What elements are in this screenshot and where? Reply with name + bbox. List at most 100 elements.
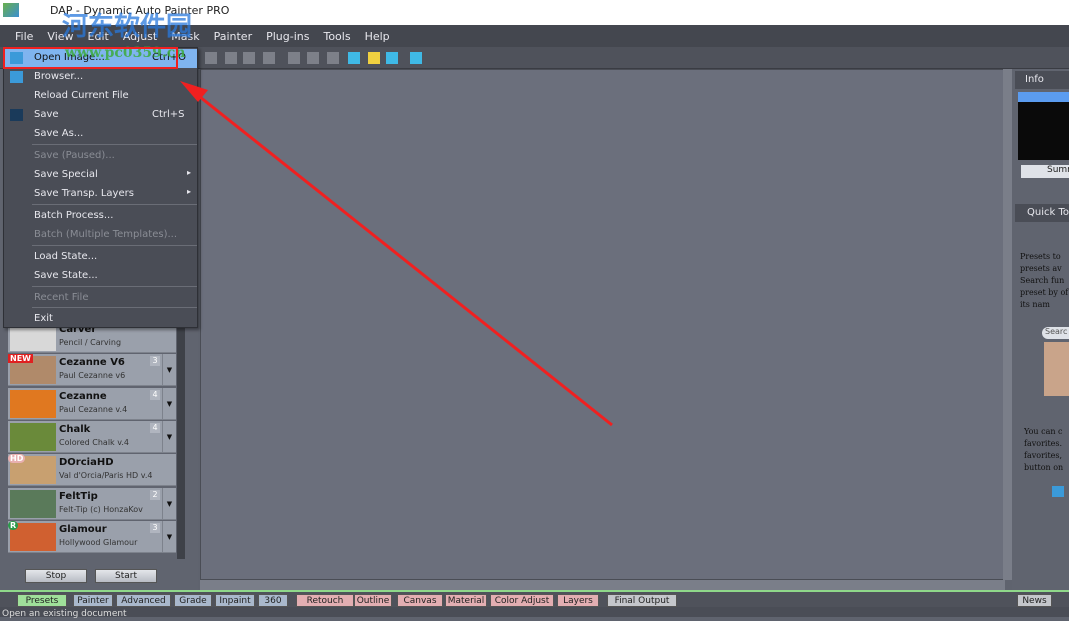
menu-item-batch-process[interactable]: Batch Process... <box>4 207 197 226</box>
preset-badge: HD <box>8 454 26 464</box>
menu-item-recent-file[interactable]: Recent File <box>4 289 197 308</box>
menu-item-reload-current-file[interactable]: Reload Current File <box>4 87 197 106</box>
menu-separator <box>32 286 197 287</box>
menu-item-label: Save Special <box>34 169 98 180</box>
preset-level: 3 <box>150 522 160 533</box>
app-icon <box>3 3 19 17</box>
tab-final-output[interactable]: Final Output <box>607 594 677 607</box>
annotation-box <box>3 47 178 69</box>
tab-material[interactable]: Material <box>445 594 487 607</box>
browser-icon <box>10 71 23 83</box>
vertical-scrollbar[interactable] <box>1003 69 1012 580</box>
preset-dropdown-icon[interactable]: ▼ <box>162 420 176 453</box>
right-panel: Info Summ Quick To Presets to presets av… <box>1012 69 1069 590</box>
shortcut-label: Ctrl+S <box>152 109 185 120</box>
submenu-arrow-icon: ▸ <box>186 187 191 196</box>
preset-item[interactable]: Chalk Colored Chalk v.4 4 ▼ <box>8 420 176 453</box>
preset-item[interactable]: NEW Cezanne V6 Paul Cezanne v6 3 ▼ <box>8 354 176 387</box>
preset-name: Cezanne V6 <box>59 357 125 369</box>
tab-presets[interactable]: Presets <box>17 594 67 607</box>
tab-360[interactable]: 360 <box>258 594 288 607</box>
preset-name: FeltTip <box>59 490 98 502</box>
menu-item-exit[interactable]: Exit <box>4 310 197 329</box>
start-button[interactable]: Start <box>95 569 157 583</box>
menu-item-label: Save As... <box>34 128 84 139</box>
preset-thumbnail <box>10 389 56 418</box>
tab-layers[interactable]: Layers <box>557 594 599 607</box>
led-display <box>1018 102 1069 160</box>
menu-item-batch-multiple-templates[interactable]: Batch (Multiple Templates)... <box>4 226 197 245</box>
menu-item-label: Browser... <box>34 71 84 82</box>
preset-item[interactable]: HD DOrciaHD Val d'Orcia/Paris HD v.4 <box>8 454 176 487</box>
upload-icon[interactable] <box>386 52 398 64</box>
favorites-icon[interactable] <box>1052 486 1064 497</box>
submenu-arrow-icon: ▸ <box>186 168 191 177</box>
preset-name: Chalk <box>59 423 91 435</box>
menu-item-label: Recent File <box>34 292 89 303</box>
info-title: Info <box>1015 71 1069 89</box>
menu-item-save[interactable]: Save Ctrl+S <box>4 106 197 125</box>
menu-tools[interactable]: Tools <box>316 25 357 47</box>
watermark-logo: 河东软件园 <box>62 12 193 42</box>
menu-file[interactable]: File <box>8 25 40 47</box>
preset-dropdown-icon[interactable]: ▼ <box>162 487 176 520</box>
tab-painter[interactable]: Painter <box>73 594 113 607</box>
tab-inpaint[interactable]: Inpaint <box>215 594 255 607</box>
menu-item-save-paused[interactable]: Save (Paused)... <box>4 147 197 166</box>
menu-plugins[interactable]: Plug-ins <box>259 25 316 47</box>
tab-retouch[interactable]: Retouch <box>296 594 354 607</box>
quick-tour-title: Quick To <box>1015 204 1069 222</box>
preset-item[interactable]: Cezanne Paul Cezanne v.4 4 ▼ <box>8 387 176 420</box>
horizontal-scrollbar[interactable] <box>200 580 1005 590</box>
menu-item-save-special[interactable]: Save Special ▸ <box>4 166 197 185</box>
menu-item-load-state[interactable]: Load State... <box>4 248 197 267</box>
stop-button[interactable]: Stop <box>25 569 87 583</box>
tab-color-adjust[interactable]: Color Adjust <box>490 594 554 607</box>
menu-item-label: Save State... <box>34 270 98 281</box>
tab-news[interactable]: News <box>1017 594 1052 607</box>
menu-item-label: Load State... <box>34 251 98 262</box>
menu-item-label: Save <box>34 109 59 120</box>
preset-subtitle: Felt-Tip (c) HonzaKov <box>59 504 143 514</box>
preset-item[interactable]: FeltTip Felt-Tip (c) HonzaKov 2 ▼ <box>8 487 176 520</box>
screen-icon[interactable] <box>410 52 422 64</box>
preset-level: 4 <box>150 422 160 433</box>
menu-help[interactable]: Help <box>358 25 397 47</box>
tab-outline[interactable]: Outline <box>354 594 392 607</box>
tab-grade[interactable]: Grade <box>174 594 212 607</box>
preset-dropdown-icon[interactable]: ▼ <box>162 387 176 420</box>
menu-painter[interactable]: Painter <box>207 25 260 47</box>
copy-icon[interactable] <box>225 52 237 64</box>
search-field[interactable]: Searc <box>1042 327 1069 339</box>
preset-badge: NEW <box>8 354 33 364</box>
help-icon[interactable] <box>368 52 380 64</box>
preset-level: 3 <box>150 356 160 367</box>
tab-canvas[interactable]: Canvas <box>397 594 443 607</box>
layers-icon[interactable] <box>348 52 360 64</box>
pause-icon[interactable] <box>327 52 339 64</box>
paste-icon[interactable] <box>243 52 255 64</box>
stop-icon[interactable] <box>288 52 300 64</box>
menu-item-save-state[interactable]: Save State... <box>4 267 197 286</box>
preset-level: 2 <box>150 489 160 500</box>
preset-subtitle: Val d'Orcia/Paris HD v.4 <box>59 471 153 481</box>
file-menu: Open Image... Ctrl+O Browser... Reload Curr… <box>3 47 198 328</box>
preset-thumbnail <box>10 489 56 518</box>
preset-level: 4 <box>150 389 160 400</box>
menu-item-browser[interactable]: Browser... <box>4 68 197 87</box>
preset-subtitle: Hollywood Glamour <box>59 537 138 547</box>
menu-item-save-transp-layers[interactable]: Save Transp. Layers ▸ <box>4 185 197 204</box>
favorites-text: You can c favorites. favorites, button o… <box>1024 427 1064 472</box>
crop-icon[interactable] <box>263 52 275 64</box>
menu-item-label: Save Transp. Layers <box>34 188 134 199</box>
preset-dropdown-icon[interactable]: ▼ <box>162 520 176 553</box>
menu-item-save-as[interactable]: Save As... <box>4 125 197 144</box>
preset-item[interactable]: R Glamour Hollywood Glamour 3 ▼ <box>8 520 176 553</box>
tab-advanced[interactable]: Advanced <box>116 594 171 607</box>
summary-button[interactable]: Summ <box>1021 165 1069 178</box>
select-icon[interactable] <box>205 52 217 64</box>
canvas-area[interactable] <box>200 69 1005 580</box>
play-icon[interactable] <box>307 52 319 64</box>
preset-thumbnails <box>1044 342 1069 396</box>
preset-dropdown-icon[interactable]: ▼ <box>162 354 176 387</box>
